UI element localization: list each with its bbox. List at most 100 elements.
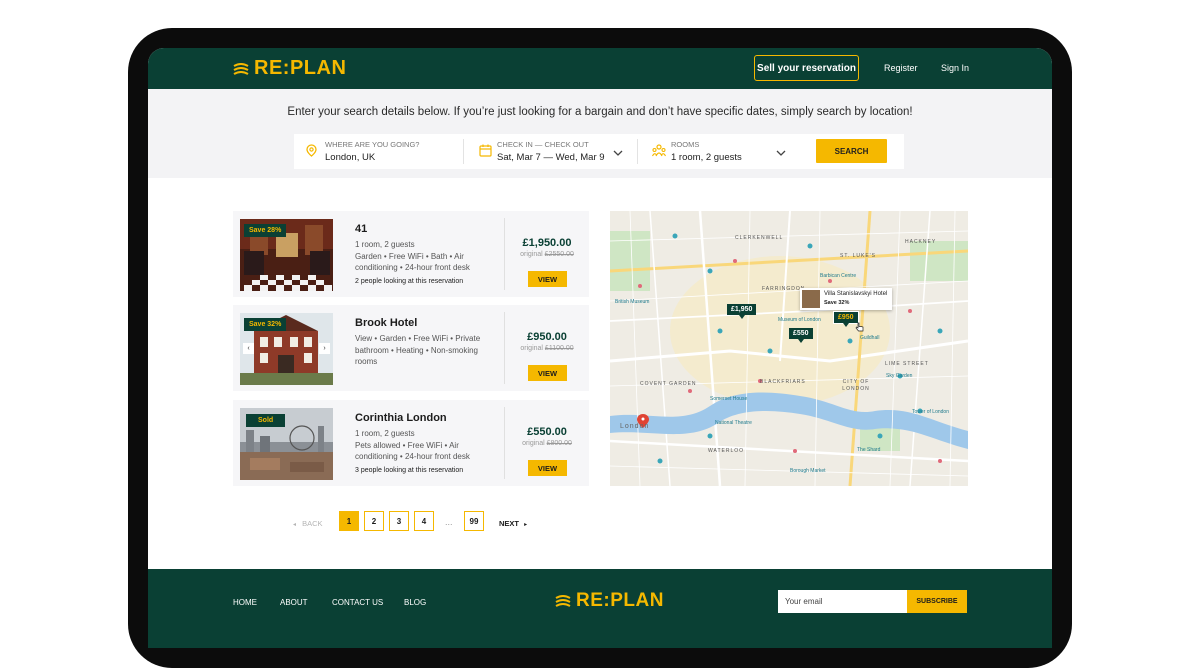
footer-logo[interactable]: RE:PLAN [555, 590, 664, 612]
sell-reservation-button[interactable]: Sell your reservation [754, 55, 859, 81]
chevron-down-icon [613, 150, 623, 156]
location-pin-icon [306, 144, 317, 157]
map-tiles [610, 211, 968, 486]
hotel-name[interactable]: Brook Hotel [355, 317, 417, 329]
map-area-label: LIME STREET [885, 361, 929, 367]
map-area-label: HACKNEY [905, 239, 937, 245]
map-poi-label: Sky Garden [886, 373, 913, 379]
map-area-label: COVENT GARDEN [640, 381, 697, 387]
hotel-thumbnail[interactable]: Save 28% [240, 219, 333, 291]
subscribe-button[interactable]: SUBSCRIBE [907, 590, 967, 613]
search-button[interactable]: SEARCH [816, 139, 887, 163]
sold-badge: Sold [246, 414, 286, 427]
pagination-back[interactable]: ◂ BACK [293, 519, 323, 528]
replan-logo[interactable]: RE:PLAN [233, 57, 346, 80]
price: £950.00 [527, 331, 567, 343]
page-button-last[interactable]: 99 [464, 511, 484, 531]
map-area-label: FARRINGDON [762, 286, 806, 292]
original-price: original £1100.00 [505, 345, 589, 352]
search-section: Enter your search details below. If you’… [148, 89, 1052, 178]
field-divider [463, 139, 464, 164]
listing-card[interactable]: Save 28% 41 1 room, 2 guests Garden • Fr… [233, 211, 589, 297]
watching-count: 3 people looking at this reservation [355, 467, 464, 474]
original-prefix: original [520, 251, 543, 258]
map-area-label: ST. LUKE'S [840, 253, 876, 259]
logo-mark-icon [555, 595, 571, 607]
view-button[interactable]: VIEW [528, 460, 567, 476]
listing-card[interactable]: Save 32% ‹ › Brook Hotel View • Garden •… [233, 305, 589, 391]
pagination-next[interactable]: NEXT ▸ [499, 519, 527, 528]
logo-mark-icon [233, 62, 249, 75]
footer-link-about[interactable]: ABOUT [280, 598, 308, 607]
map-price-pin[interactable]: £550 [789, 328, 813, 343]
results-map[interactable]: CLERKENWELL FARRINGDON HACKNEY ST. LUKE'… [610, 211, 968, 486]
carousel-prev-button[interactable]: ‹ [243, 343, 254, 354]
map-poi-label: Barbican Centre [820, 273, 857, 279]
popup-hotel-name: Villa Stanislavskyi Hotel [824, 291, 888, 297]
map-price-pin[interactable]: £1,950 [727, 304, 757, 319]
map-poi-label: The Shard [857, 447, 881, 453]
price: £1,950.00 [522, 237, 572, 249]
rooms-field[interactable]: ROOMS 1 room, 2 guests [640, 134, 798, 169]
watching-count: 2 people looking at this reservation [355, 278, 464, 285]
footer: HOME ABOUT CONTACT US BLOG RE:PLAN SUBSC… [148, 569, 1052, 648]
hotel-details: 1 room, 2 guests Garden • Free WiFi • Ba… [355, 240, 470, 272]
map-hotel-popup[interactable]: Villa Stanislavskyi Hotel Save 32% [800, 288, 892, 310]
rooms-label: ROOMS [671, 140, 700, 149]
view-button[interactable]: VIEW [528, 365, 567, 381]
map-poi-label: Guildhall [860, 335, 880, 341]
price: £550.00 [527, 426, 567, 438]
back-label: BACK [302, 519, 323, 528]
original-prefix: original [520, 345, 543, 352]
signin-link[interactable]: Sign In [941, 63, 969, 73]
destination-value: London, UK [325, 152, 376, 163]
rooms-value: 1 room, 2 guests [671, 152, 742, 163]
footer-link-home[interactable]: HOME [233, 598, 257, 607]
chevron-down-icon [776, 150, 786, 156]
map-poi-label: Somerset House [710, 396, 748, 402]
register-link[interactable]: Register [884, 63, 918, 73]
footer-link-contact[interactable]: CONTACT US [332, 598, 383, 607]
hotel-details: 1 room, 2 guests Pets allowed • Free WiF… [355, 429, 470, 461]
discount-badge: Save 32% [244, 318, 287, 331]
original-price: original £800.00 [505, 440, 589, 447]
hotel-thumbnail[interactable]: Sold [240, 408, 333, 480]
original-price-value: £1100.00 [544, 345, 574, 352]
calendar-icon [479, 144, 492, 157]
field-divider [637, 139, 638, 164]
map-poi-label: Borough Market [790, 468, 826, 474]
newsletter-email-input[interactable] [778, 590, 907, 613]
dates-field[interactable]: CHECK IN — CHECK OUT Sat, Mar 7 — Wed, M… [466, 134, 636, 169]
guests-icon [652, 144, 666, 157]
destination-field[interactable]: WHERE ARE YOU GOING? London, UK [294, 134, 462, 169]
hotel-name[interactable]: Corinthia London [355, 412, 447, 424]
search-intro-text: Enter your search details below. If you’… [287, 106, 913, 118]
map-poi-label: Tower of London [912, 409, 949, 415]
carousel-next-button[interactable]: › [319, 343, 330, 354]
arrow-left-icon: ◂ [293, 522, 297, 528]
destination-label: WHERE ARE YOU GOING? [325, 140, 420, 149]
screen: RE:PLAN Sell your reservation Register S… [148, 48, 1052, 648]
arrow-right-icon: ▸ [524, 522, 528, 528]
map-poi-label: National Theatre [715, 420, 752, 426]
discount-badge: Save 28% [244, 224, 287, 237]
top-navbar: RE:PLAN Sell your reservation Register S… [148, 48, 1052, 89]
page-button[interactable]: 1 [339, 511, 359, 531]
page-button[interactable]: 4 [414, 511, 434, 531]
original-price: original £2550.00 [505, 251, 589, 258]
hotel-name[interactable]: 41 [355, 223, 367, 235]
hand-cursor-icon [855, 322, 864, 332]
map-area-label: WATERLOO [708, 448, 745, 454]
page-button[interactable]: 3 [389, 511, 409, 531]
logo-text: RE:PLAN [576, 590, 664, 611]
pagination-ellipsis: ... [445, 517, 453, 527]
original-prefix: original [522, 440, 545, 447]
popup-save-label: Save 32% [824, 300, 850, 306]
hotel-thumbnail[interactable]: Save 32% ‹ › [240, 313, 333, 385]
view-button[interactable]: VIEW [528, 271, 567, 287]
next-label: NEXT [499, 519, 520, 528]
dates-label: CHECK IN — CHECK OUT [497, 140, 589, 149]
listing-card[interactable]: Sold Corinthia London 1 room, 2 guests P… [233, 400, 589, 486]
footer-link-blog[interactable]: BLOG [404, 598, 426, 607]
page-button[interactable]: 2 [364, 511, 384, 531]
